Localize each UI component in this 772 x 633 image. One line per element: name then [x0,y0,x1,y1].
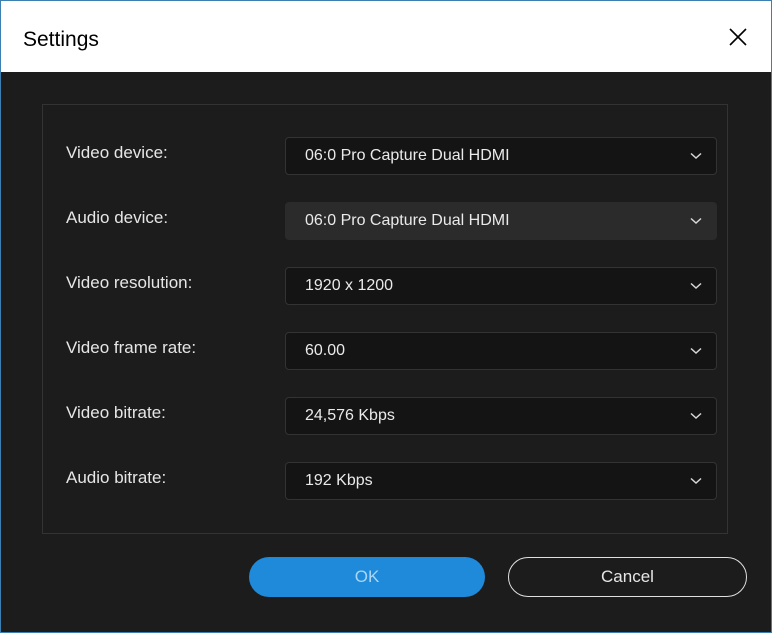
chevron-down-icon [690,217,702,225]
audio-device-value: 06:0 Pro Capture Dual HDMI [305,212,510,229]
video-bitrate-select[interactable]: 24,576 Kbps [285,397,717,435]
video-resolution-value: 1920 x 1200 [305,277,394,294]
title-bar: Settings [1,1,771,72]
video-frame-rate-value: 60.00 [305,342,346,359]
settings-dialog: Settings Video device: 06:0 Pro Capture … [0,0,772,633]
settings-panel: Video device: 06:0 Pro Capture Dual HDMI… [42,104,728,534]
close-button[interactable] [705,1,771,72]
chevron-down-icon [690,282,702,290]
dialog-title: Settings [23,28,99,51]
video-frame-rate-label: Video frame rate: [66,338,197,357]
video-resolution-select[interactable]: 1920 x 1200 [285,267,717,305]
audio-device-select[interactable]: 06:0 Pro Capture Dual HDMI [285,202,717,240]
chevron-down-icon [690,477,702,485]
video-bitrate-label: Video bitrate: [66,403,166,422]
chevron-down-icon [690,152,702,160]
video-device-label: Video device: [66,143,168,162]
dialog-body: Video device: 06:0 Pro Capture Dual HDMI… [1,72,771,632]
ok-button[interactable]: OK [249,557,485,597]
chevron-down-icon [690,412,702,420]
close-icon [729,27,747,46]
video-resolution-label: Video resolution: [66,273,193,292]
audio-bitrate-value: 192 Kbps [305,472,373,489]
chevron-down-icon [690,347,702,355]
video-device-value: 06:0 Pro Capture Dual HDMI [305,147,510,164]
video-frame-rate-select[interactable]: 60.00 [285,332,717,370]
audio-bitrate-select[interactable]: 192 Kbps [285,462,717,500]
video-bitrate-value: 24,576 Kbps [305,407,395,424]
cancel-button[interactable]: Cancel [508,557,747,597]
audio-device-label: Audio device: [66,208,169,227]
audio-bitrate-label: Audio bitrate: [66,468,167,487]
video-device-select[interactable]: 06:0 Pro Capture Dual HDMI [285,137,717,175]
